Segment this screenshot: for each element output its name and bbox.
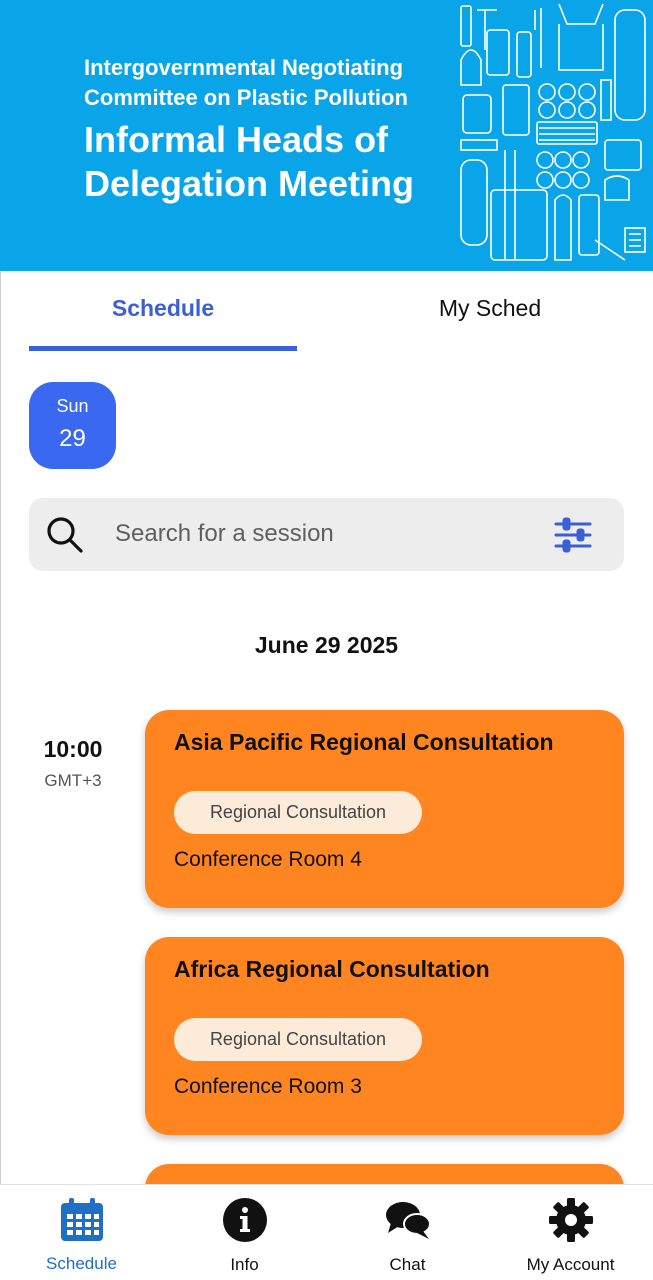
calendar-icon <box>61 1198 103 1241</box>
session-room: Conference Room 4 <box>174 848 362 871</box>
nav-chat[interactable]: Chat <box>326 1185 489 1280</box>
search-icon <box>47 517 83 553</box>
chat-icon <box>386 1202 431 1239</box>
search-input[interactable] <box>115 512 535 556</box>
session-room: Conference Room 3 <box>174 1075 362 1098</box>
nav-info-label: Info <box>230 1255 259 1274</box>
screen-edge <box>0 271 1 1280</box>
nav-my-account[interactable]: My Account <box>489 1185 652 1280</box>
banner-subtitle-line1: Intergovernmental Negotiating <box>84 55 404 80</box>
plastic-items-illustration-icon <box>460 3 646 261</box>
nav-schedule-label: Schedule <box>46 1254 117 1273</box>
time-slot-timezone: GMT+3 <box>44 771 102 790</box>
banner-title: Informal Heads of Delegation Meeting <box>84 118 444 206</box>
banner-title-line1: Informal Heads of <box>84 119 389 160</box>
info-icon <box>223 1198 267 1242</box>
session-card[interactable]: Asia Pacific Regional Consultation Regio… <box>145 710 624 908</box>
day-selector-sun-29[interactable]: Sun 29 <box>29 382 116 469</box>
day-number: 29 <box>59 425 86 452</box>
banner-subtitle-line2: Committee on Plastic Pollution <box>84 85 408 110</box>
header-banner: Intergovernmental Negotiating Committee … <box>0 0 653 271</box>
nav-chat-label: Chat <box>389 1255 426 1274</box>
nav-my-account-label: My Account <box>526 1255 615 1274</box>
filter-sliders-icon[interactable] <box>553 515 593 555</box>
tab-my-sched[interactable]: My Sched <box>356 293 624 333</box>
session-title: Asia Pacific Regional Consultation <box>174 729 554 755</box>
nav-schedule[interactable]: Schedule <box>0 1185 163 1280</box>
banner-title-line2: Delegation Meeting <box>84 163 415 204</box>
time-slot: 10:00 GMT+3 <box>29 736 117 791</box>
gear-icon <box>549 1198 593 1242</box>
session-title: Africa Regional Consultation <box>174 956 490 982</box>
session-tag: Regional Consultation <box>174 791 422 834</box>
bottom-navigation: Schedule Info Chat My Account <box>0 1184 653 1280</box>
time-slot-time: 10:00 <box>43 736 103 762</box>
banner-subtitle: Intergovernmental Negotiating Committee … <box>84 53 444 113</box>
date-heading: June 29 2025 <box>254 632 399 658</box>
search-bar <box>29 498 624 571</box>
session-tag: Regional Consultation <box>174 1018 422 1061</box>
day-weekday: Sun <box>56 396 89 416</box>
tab-bar: Schedule My Sched <box>0 271 653 353</box>
active-tab-indicator <box>29 346 297 351</box>
nav-info[interactable]: Info <box>163 1185 326 1280</box>
tab-schedule[interactable]: Schedule <box>29 293 297 333</box>
session-card[interactable]: Africa Regional Consultation Regional Co… <box>145 937 624 1135</box>
